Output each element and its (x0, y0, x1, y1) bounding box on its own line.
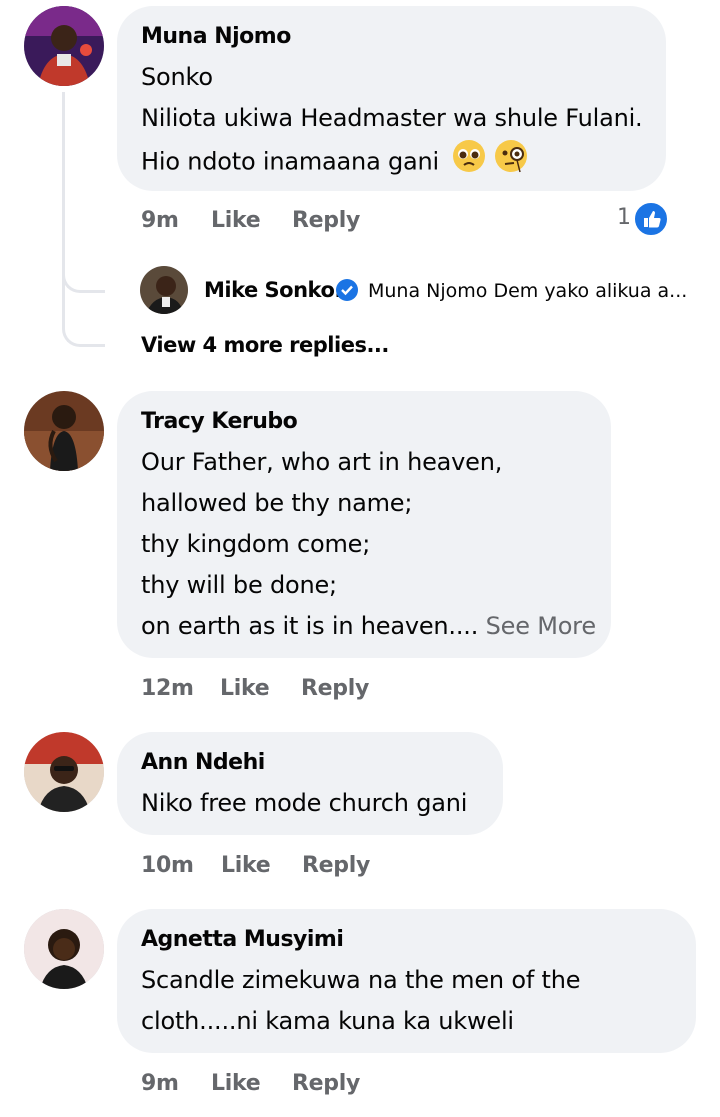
comment-text: Hio ndoto inamaana gani (141, 147, 440, 176)
avatar-mike-sonko[interactable] (140, 266, 188, 314)
comment-text-line: Sonko (141, 63, 213, 91)
like-button[interactable]: Like (211, 1071, 261, 1096)
comment-text-line: Our Father, who art in heaven, (141, 448, 503, 476)
comment-text-line: Hio ndoto inamaana gani (141, 139, 528, 186)
reply-button[interactable]: Reply (292, 1071, 360, 1096)
avatar-muna-njomo[interactable] (24, 6, 104, 86)
comment-text: on earth as it is in heaven.... (141, 612, 479, 640)
comment-text-line: hallowed be thy name; (141, 489, 413, 517)
avatar-ann-ndehi[interactable] (24, 732, 104, 812)
pleading-face-emoji (452, 139, 486, 186)
thread-connector (62, 304, 105, 347)
comment-author[interactable]: Muna Njomo (141, 24, 291, 49)
comment-timestamp[interactable]: 10m (141, 853, 194, 878)
comment-author[interactable]: Ann Ndehi (141, 750, 265, 775)
like-button[interactable]: Like (220, 676, 270, 701)
reply-preview-text[interactable]: Muna Njomo Dem yako alikua a... (368, 280, 687, 302)
thread-connector (62, 250, 105, 293)
comment-timestamp[interactable]: 9m (141, 1071, 179, 1096)
comment-text-line: Niliota ukiwa Headmaster wa shule Fulani… (141, 104, 643, 132)
reaction-count[interactable]: 1 (617, 205, 631, 230)
comment-text-line: on earth as it is in heaven.... See More (141, 606, 596, 647)
comment-text-line: thy kingdom come; (141, 530, 371, 558)
comment-text-line: cloth.....ni kama kuna ka ukweli (141, 1007, 514, 1035)
comment-text-line: thy will be done; (141, 571, 337, 599)
reply-button[interactable]: Reply (301, 676, 369, 701)
comment-author[interactable]: Agnetta Musyimi (141, 927, 344, 952)
verified-badge-icon (336, 279, 358, 301)
view-more-replies-link[interactable]: View 4 more replies... (141, 333, 389, 357)
reply-button[interactable]: Reply (302, 853, 370, 878)
reply-author[interactable]: Mike Sonko. (204, 278, 342, 302)
see-more-link[interactable]: See More (486, 612, 596, 640)
comment-timestamp[interactable]: 9m (141, 208, 179, 233)
face-with-monocle-emoji (494, 139, 528, 186)
like-button[interactable]: Like (211, 208, 261, 233)
avatar-agnetta-musyimi[interactable] (24, 909, 104, 989)
reply-button[interactable]: Reply (292, 208, 360, 233)
comment-author[interactable]: Tracy Kerubo (141, 409, 298, 434)
thumbs-up-icon[interactable] (633, 201, 669, 237)
avatar-tracy-kerubo[interactable] (24, 391, 104, 471)
like-button[interactable]: Like (221, 853, 271, 878)
comment-text-line: Scandle zimekuwa na the men of the (141, 966, 581, 994)
comment-text-line: Niko free mode church gani (141, 789, 468, 817)
comment-timestamp[interactable]: 12m (141, 676, 194, 701)
